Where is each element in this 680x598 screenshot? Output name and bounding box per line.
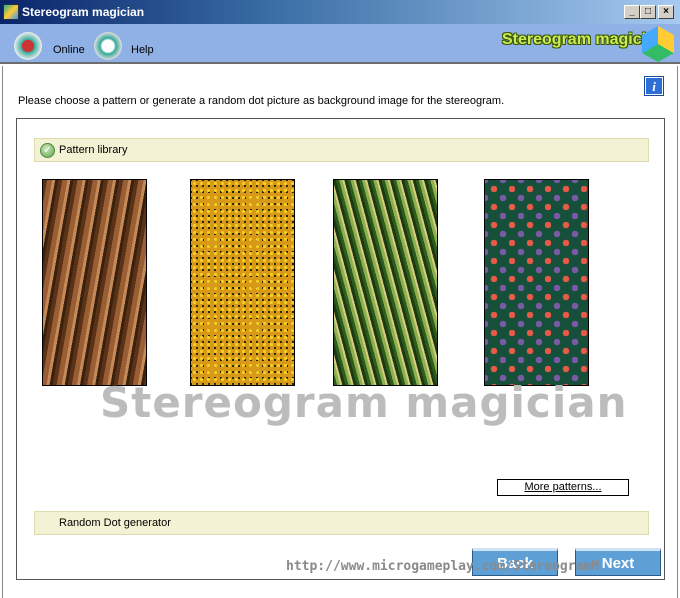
pattern-rice[interactable] [333, 179, 438, 386]
pattern-leaves[interactable] [484, 179, 589, 386]
online-button[interactable]: Online [53, 44, 85, 56]
online-icon[interactable] [14, 32, 42, 60]
brand-logo: Stereogram magician [502, 31, 665, 48]
watermark: Stereogram magician [100, 378, 628, 427]
help-button[interactable]: Help [131, 44, 154, 56]
pattern-bark[interactable] [42, 179, 147, 386]
more-patterns-button[interactable]: More patterns... [497, 479, 629, 496]
instruction-text: Please choose a pattern or generate a ra… [18, 95, 505, 107]
info-icon[interactable]: i [644, 76, 664, 96]
random-dot-label: Random Dot generator [59, 517, 171, 529]
url-watermark: http://www.microgameplay.com/StereogramM [286, 559, 600, 574]
random-dot-header[interactable]: Random Dot generator [34, 511, 649, 535]
pattern-library-label: Pattern library [59, 144, 128, 156]
title-bar: Stereogram magician _ □ × [0, 0, 680, 24]
check-icon: ✓ [40, 143, 55, 158]
minimize-button[interactable]: _ [624, 5, 640, 19]
pattern-library-header[interactable]: ✓ Pattern library [34, 138, 649, 162]
window-title: Stereogram magician [22, 5, 145, 19]
app-icon [3, 4, 19, 20]
help-book-icon[interactable] [94, 32, 122, 60]
close-button[interactable]: × [658, 5, 674, 19]
toolbar: Online Help Stereogram magician [0, 24, 680, 64]
pattern-yellow-flowers[interactable] [190, 179, 295, 386]
maximize-button[interactable]: □ [640, 5, 656, 19]
